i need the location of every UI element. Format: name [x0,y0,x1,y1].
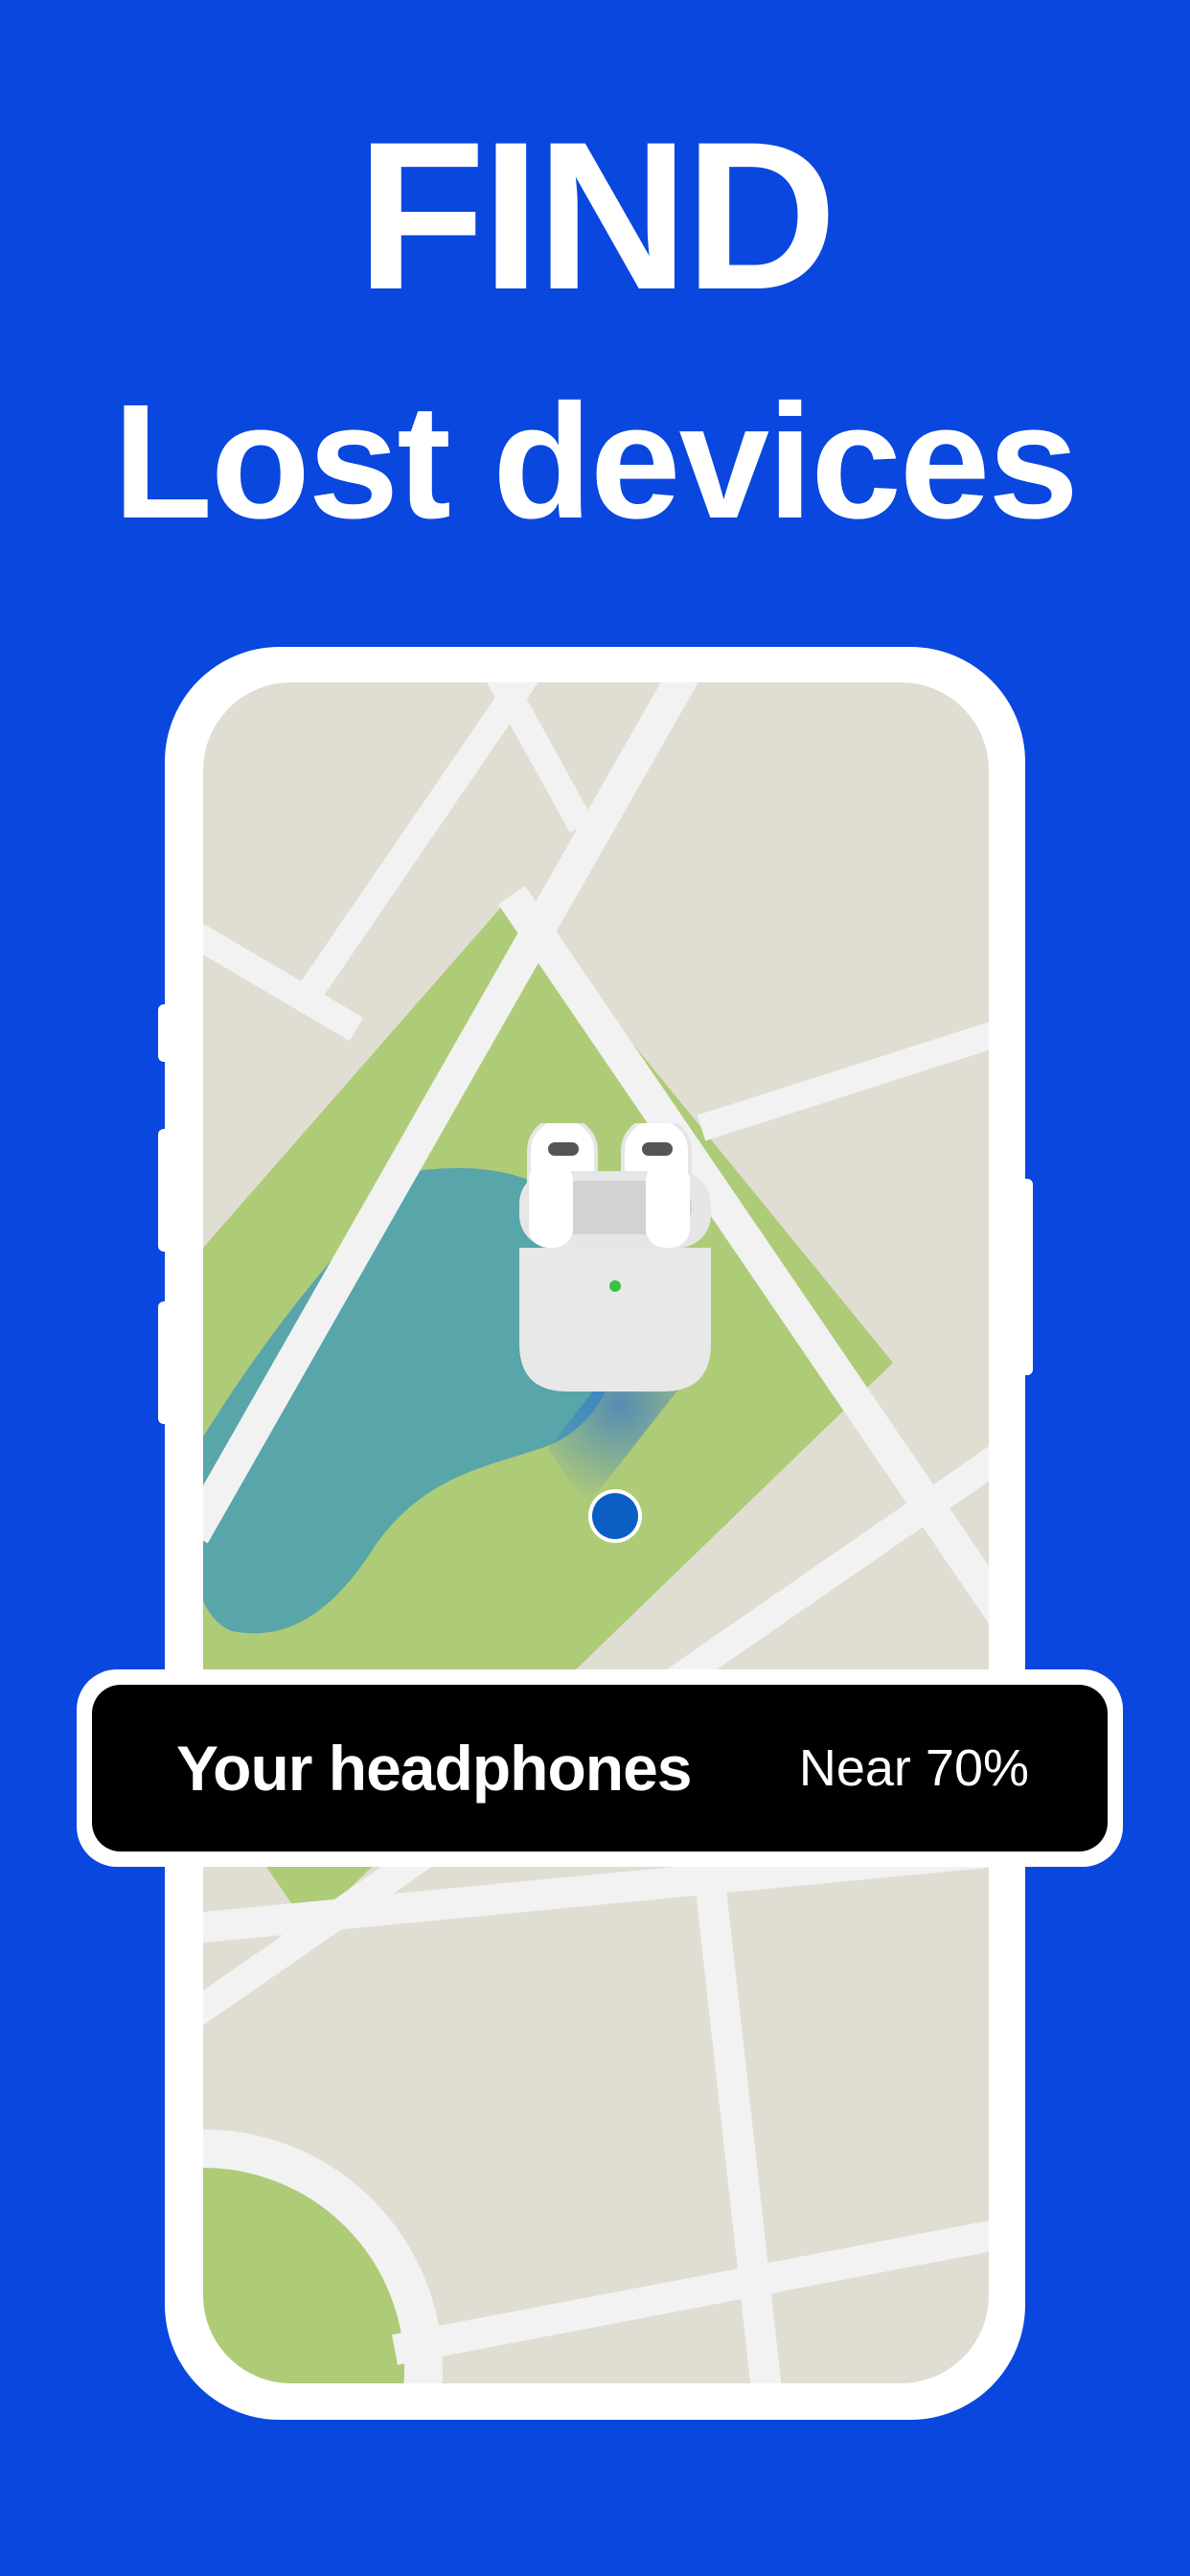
headline-find: FIND [356,98,836,334]
earbuds-case-icon[interactable] [510,1123,721,1506]
proximity-status: Near 70% [798,1739,1029,1797]
device-banner-content: Your headphones Near 70% [92,1685,1108,1852]
location-dot-icon[interactable] [586,1487,644,1545]
headline-lost-devices: Lost devices [113,371,1079,553]
device-banner[interactable]: Your headphones Near 70% [77,1669,1123,1867]
device-name: Your headphones [176,1733,692,1804]
map-view[interactable] [203,682,989,2383]
